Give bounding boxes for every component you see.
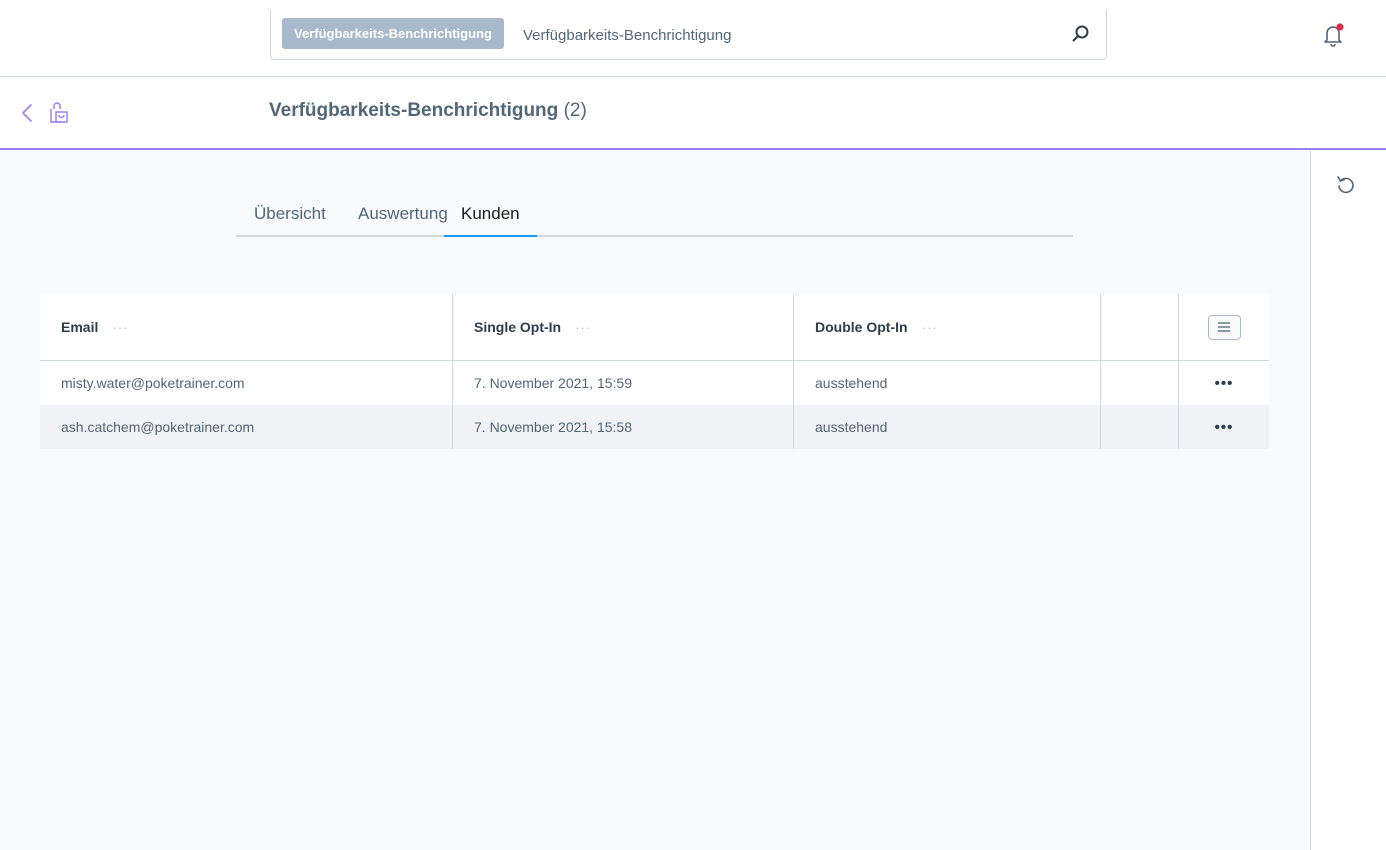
search-icon[interactable] xyxy=(1071,24,1091,44)
row-actions-cell: ••• xyxy=(1178,405,1269,449)
cell-double-opt-in: ausstehend xyxy=(794,405,1101,449)
grid-settings-button[interactable] xyxy=(1207,314,1241,340)
row-actions-cell: ••• xyxy=(1178,361,1269,405)
search-bar[interactable]: Verfügbarkeits-Benchrichtigung xyxy=(270,10,1107,60)
page-title-count: (2) xyxy=(563,100,587,121)
bell-icon[interactable] xyxy=(1320,22,1346,48)
table-row[interactable]: misty.water@poketrainer.com 7. November … xyxy=(40,361,1269,405)
top-bar: Verfügbarkeits-Benchrichtigung xyxy=(0,0,1386,77)
search-input[interactable] xyxy=(523,22,1043,48)
customer-grid: Email ··· Single Opt-In ··· Double Opt-I… xyxy=(40,294,1269,449)
column-header-double-opt-in[interactable]: Double Opt-In ··· xyxy=(794,294,1101,360)
grid-header: Email ··· Single Opt-In ··· Double Opt-I… xyxy=(40,294,1269,361)
page-title-text: Verfügbarkeits-Benchrichtigung xyxy=(269,100,559,121)
chevron-left-icon[interactable] xyxy=(20,103,34,123)
cell-empty xyxy=(1101,361,1178,405)
notification-dot xyxy=(1336,23,1344,31)
tab-kunden[interactable]: Kunden xyxy=(444,196,537,237)
tab-uebersicht[interactable]: Übersicht xyxy=(254,196,326,237)
tab-auswertung[interactable]: Auswertung xyxy=(358,196,448,237)
list-icon xyxy=(1218,322,1230,332)
right-sidebar xyxy=(1310,151,1386,850)
column-header-empty xyxy=(1101,294,1178,360)
column-header-email[interactable]: Email ··· xyxy=(40,294,453,360)
cell-email[interactable]: ash.catchem@poketrainer.com xyxy=(40,405,453,449)
cell-email[interactable]: misty.water@poketrainer.com xyxy=(40,361,453,405)
search-type-chip[interactable]: Verfügbarkeits-Benchrichtigung xyxy=(282,18,504,49)
table-row[interactable]: ash.catchem@poketrainer.com 7. November … xyxy=(40,405,1269,449)
column-label: Single Opt-In xyxy=(474,319,562,335)
row-actions-icon[interactable]: ••• xyxy=(1215,375,1234,392)
column-menu-icon[interactable]: ··· xyxy=(112,320,128,335)
bag-icon xyxy=(50,102,68,123)
column-label: Email xyxy=(61,319,99,335)
cell-double-opt-in: ausstehend xyxy=(794,361,1101,405)
tab-bar: Übersicht Auswertung Kunden xyxy=(236,196,1073,237)
cell-single-opt-in: 7. November 2021, 15:59 xyxy=(453,361,794,405)
column-header-actions xyxy=(1178,294,1269,360)
column-menu-icon[interactable]: ··· xyxy=(575,320,591,335)
page-title: Verfügbarkeits-Benchrichtigung (2) xyxy=(269,100,587,126)
refresh-icon[interactable] xyxy=(1334,174,1356,196)
smart-bar xyxy=(0,78,1386,150)
column-header-single-opt-in[interactable]: Single Opt-In ··· xyxy=(453,294,794,360)
row-actions-icon[interactable]: ••• xyxy=(1215,419,1234,436)
column-menu-icon[interactable]: ··· xyxy=(922,320,938,335)
cell-empty xyxy=(1101,405,1178,449)
column-label: Double Opt-In xyxy=(815,319,908,335)
cell-single-opt-in: 7. November 2021, 15:58 xyxy=(453,405,794,449)
